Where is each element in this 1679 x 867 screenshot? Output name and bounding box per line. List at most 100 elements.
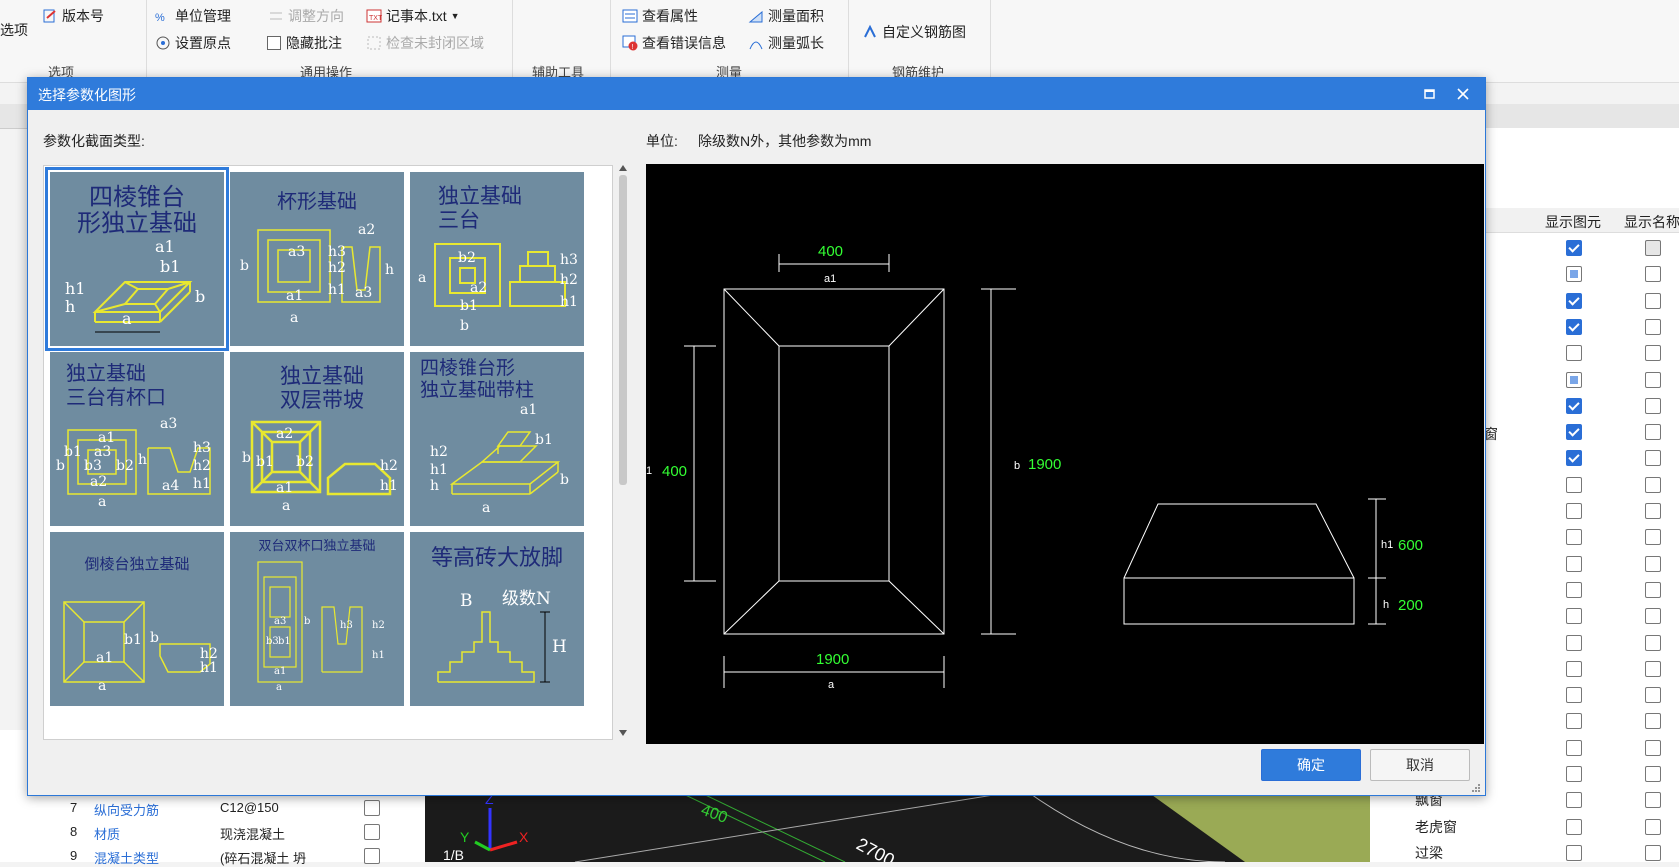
show-name-checkbox[interactable] [1645,555,1661,572]
measure-area-button[interactable]: 测量面积 [748,6,824,26]
shape-option-pyramid-frustum[interactable]: 四棱锥台 形独立基础 a1 b1 h1 h ab [45,167,229,351]
show-name-checkbox[interactable] [1645,766,1661,782]
show-name-checkbox[interactable] [1645,844,1661,861]
table-row[interactable]: 8 材质 现浇混凝土 [42,821,402,843]
maximize-icon[interactable] [1419,84,1439,104]
shape-option-cup-foundation[interactable]: 杯形基础 b a3 a1 a a2 h a3 h3 h2 h1 [230,172,404,346]
shape-grid: 四棱锥台 形独立基础 a1 b1 h1 h ab 杯形基础 b a3 a1 a … [43,165,613,740]
check-unclosed-button[interactable]: 检查未封闭区域 [366,33,484,53]
adjust-direction-button[interactable]: 调整方向 [268,6,344,26]
shape-option-double-slope[interactable]: 独立基础 双层带坡 a2 b b1 b2 a1 a h2 h1 [230,352,404,526]
show-element-checkbox[interactable] [1566,292,1582,309]
shape-option-double-cup[interactable]: 双台双杯口独立基础 a3 b b3 b1 a1 a h3 h2 h1 [230,532,404,706]
svg-text:a2: a2 [276,426,293,442]
show-name-checkbox[interactable] [1645,687,1661,704]
show-element-checkbox[interactable] [1566,739,1582,756]
version-button[interactable]: 版本号 [42,6,104,26]
svg-text:h2: h2 [560,272,578,288]
show-name-checkbox[interactable] [1645,318,1661,335]
show-name-checkbox[interactable] [1645,240,1661,256]
row-checkbox[interactable] [364,800,380,816]
shape-option-three-step-cup[interactable]: 独立基础 三台有杯口 a1 a3 b1 b3 b2 a2 ab a3 a4 h h3 h2… [50,352,224,526]
show-element-checkbox[interactable] [1566,503,1582,519]
svg-text:b1: b1 [256,454,274,470]
shape-option-inverted-frustum[interactable]: 倒棱台独立基础 b1 a1 ab h2 h1 [50,532,224,706]
hide-note-checkbox[interactable]: 隐藏批注 [266,33,342,53]
show-element-checkbox[interactable] [1566,476,1582,493]
dialog-titlebar[interactable]: 选择参数化图形 [28,78,1485,110]
shape-option-brick-footing[interactable]: 等高砖大放脚 B 级数N H [410,532,584,706]
show-element-checkbox[interactable] [1566,529,1582,546]
tree-item[interactable]: 老虎窗 [1415,817,1457,837]
show-element-checkbox[interactable] [1566,266,1582,283]
view-errors-button[interactable]: ! 查看错误信息 [622,33,726,53]
measure-arc-button[interactable]: 测量弧长 [748,33,824,53]
show-name-checkbox[interactable] [1645,713,1661,730]
show-element-checkbox[interactable] [1566,713,1582,730]
show-element-checkbox[interactable] [1566,608,1582,625]
dim-h-label: h [1383,599,1389,611]
unit-management-button[interactable]: % 单位管理 [155,6,231,26]
show-element-checkbox[interactable] [1566,240,1582,256]
show-name-checkbox[interactable] [1645,608,1661,625]
view-properties-button[interactable]: 查看属性 [622,6,698,26]
drawing-canvas[interactable]: 400 2700 Z X Y 1/B [425,789,1370,867]
show-element-checkbox[interactable] [1566,660,1582,677]
scroll-down-icon[interactable] [619,730,627,736]
show-name-checkbox[interactable] [1645,476,1661,493]
close-icon[interactable] [1453,84,1473,104]
show-element-checkbox[interactable] [1566,818,1582,835]
show-element-checkbox[interactable] [1566,424,1582,441]
scrollbar-thumb[interactable] [619,175,627,485]
show-element-checkbox[interactable] [1566,345,1582,362]
show-name-checkbox[interactable] [1645,503,1661,519]
shape-grid-scrollbar[interactable] [616,165,630,738]
ok-button[interactable]: 确定 [1261,749,1361,781]
resize-grip-icon[interactable] [1471,781,1481,792]
svg-text:a: a [482,500,490,516]
show-name-checkbox[interactable] [1645,581,1661,598]
show-name-checkbox[interactable] [1645,345,1661,362]
show-name-checkbox[interactable] [1645,450,1661,467]
table-row[interactable]: 9 混凝土类型 (碎石混凝土 坍 [42,845,402,867]
table-row[interactable]: 7 纵向受力筋 C12@150 [42,797,402,819]
svg-text:a3: a3 [288,244,305,260]
svg-text:b2: b2 [296,454,314,470]
show-name-checkbox[interactable] [1645,266,1661,283]
custom-rebar-button[interactable]: 自定义钢筋图 [862,22,966,42]
shape-option-three-step[interactable]: 独立基础 三台 b2 a a2 b1 b h3 h2 h1 [410,172,584,346]
show-element-checkbox[interactable] [1566,792,1582,809]
show-name-checkbox[interactable] [1645,792,1661,809]
show-element-checkbox[interactable] [1566,318,1582,335]
show-name-checkbox[interactable] [1645,424,1661,441]
show-element-checkbox[interactable] [1566,581,1582,598]
show-element-checkbox[interactable] [1566,450,1582,467]
show-name-checkbox[interactable] [1645,529,1661,546]
show-element-checkbox[interactable] [1566,555,1582,572]
show-name-checkbox[interactable] [1645,634,1661,651]
show-element-checkbox[interactable] [1566,397,1582,414]
show-name-checkbox[interactable] [1645,292,1661,309]
scroll-up-icon[interactable] [619,165,627,171]
svg-text:b3: b3 [266,636,279,647]
tree-item[interactable]: 过梁 [1415,843,1443,863]
show-name-checkbox[interactable] [1645,660,1661,677]
options-button[interactable]: 选项 [0,20,28,40]
row-checkbox[interactable] [364,824,380,840]
show-name-checkbox[interactable] [1645,739,1661,756]
shape-option-frustum-with-column[interactable]: 四棱锥台形 独立基础带柱 a1 b1 h2 h1 ha b [410,352,584,526]
show-name-checkbox[interactable] [1645,818,1661,835]
show-element-checkbox[interactable] [1566,371,1582,388]
show-element-checkbox[interactable] [1566,766,1582,782]
show-element-checkbox[interactable] [1566,687,1582,704]
show-element-checkbox[interactable] [1566,634,1582,651]
svg-text:b2: b2 [458,250,476,266]
set-origin-button[interactable]: 设置原点 [155,33,231,53]
cancel-button[interactable]: 取消 [1370,749,1470,781]
show-name-checkbox[interactable] [1645,397,1661,414]
svg-text:a2: a2 [470,280,487,296]
notepad-button[interactable]: TXT 记事本.txt ▼ [366,6,460,26]
show-name-checkbox[interactable] [1645,371,1661,388]
show-element-checkbox[interactable] [1566,844,1582,861]
svg-text:级数N: 级数N [502,589,551,609]
